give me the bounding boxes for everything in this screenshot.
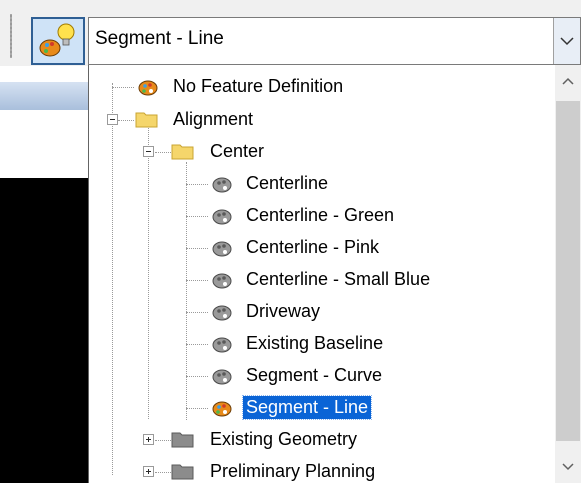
tree-item-centerline-small-blue[interactable]: Centerline - Small Blue bbox=[89, 264, 549, 296]
tree-item-segment-line[interactable]: Segment - Line bbox=[89, 392, 549, 424]
tree-item-existing-geometry[interactable]: Existing Geometry bbox=[89, 424, 549, 456]
tree-item-centerline-pink[interactable]: Centerline - Pink bbox=[89, 232, 549, 264]
folder-closed-icon bbox=[171, 464, 194, 480]
toolbar-grip[interactable] bbox=[10, 14, 12, 58]
palette-icon bbox=[212, 337, 232, 353]
feature-definition-icon bbox=[39, 23, 75, 57]
background-view bbox=[0, 66, 88, 483]
tree-item-label: Segment - Line bbox=[241, 395, 373, 420]
tree-item-centerline-green[interactable]: Centerline - Green bbox=[89, 200, 549, 232]
scroll-up-button[interactable] bbox=[555, 65, 581, 97]
folder-open-icon bbox=[135, 112, 158, 128]
tree-item-label: Segment - Curve bbox=[246, 365, 383, 385]
palette-icon bbox=[212, 305, 232, 321]
feature-definition-button[interactable] bbox=[31, 17, 85, 65]
tree-item-label: Existing Geometry bbox=[210, 429, 358, 449]
folder-closed-icon bbox=[171, 432, 194, 448]
feature-tree-dropdown[interactable]: No Feature Definition Alignment Center C… bbox=[88, 65, 581, 483]
background-canvas bbox=[0, 178, 88, 483]
tree-item-centerline[interactable]: Centerline bbox=[89, 168, 549, 200]
palette-icon bbox=[212, 401, 232, 417]
tree-item-label: No Feature Definition bbox=[173, 76, 344, 96]
tree-item-label: Center bbox=[210, 141, 265, 161]
palette-icon bbox=[212, 241, 232, 257]
tree-item-label: Centerline bbox=[246, 173, 329, 193]
tree-item-no-feature-definition[interactable]: No Feature Definition bbox=[89, 71, 549, 103]
palette-icon bbox=[212, 177, 232, 193]
dropdown-arrow-button[interactable] bbox=[553, 18, 580, 64]
vertical-scrollbar[interactable] bbox=[555, 65, 581, 483]
chevron-down-icon bbox=[560, 37, 574, 46]
tree-item-existing-baseline[interactable]: Existing Baseline bbox=[89, 328, 549, 360]
expand-icon[interactable] bbox=[143, 434, 154, 445]
palette-icon bbox=[212, 369, 232, 385]
scroll-down-button[interactable] bbox=[555, 451, 581, 483]
tree-item-label: Preliminary Planning bbox=[210, 461, 376, 481]
tree-item-label: Centerline - Small Blue bbox=[246, 269, 431, 289]
folder-open-icon bbox=[171, 144, 194, 160]
tree-item-label: Centerline - Green bbox=[246, 205, 395, 225]
background-title-bar bbox=[0, 82, 88, 110]
palette-icon bbox=[138, 80, 158, 96]
tree-item-label: Driveway bbox=[246, 301, 321, 321]
tree-item-segment-curve[interactable]: Segment - Curve bbox=[89, 360, 549, 392]
tree-item-label: Alignment bbox=[173, 109, 254, 129]
tree-item-label: Existing Baseline bbox=[246, 333, 384, 353]
tree-item-driveway[interactable]: Driveway bbox=[89, 296, 549, 328]
collapse-icon[interactable] bbox=[143, 146, 154, 157]
palette-icon bbox=[212, 209, 232, 225]
feature-definition-combobox[interactable]: Segment - Line bbox=[88, 17, 581, 65]
combobox-value: Segment - Line bbox=[95, 28, 224, 49]
scroll-thumb[interactable] bbox=[556, 101, 580, 441]
expand-icon[interactable] bbox=[143, 466, 154, 477]
tree-item-center[interactable]: Center bbox=[89, 136, 549, 168]
tree-item-label: Centerline - Pink bbox=[246, 237, 380, 257]
tree-item-preliminary-planning[interactable]: Preliminary Planning bbox=[89, 456, 549, 483]
palette-icon bbox=[212, 273, 232, 289]
tree-item-alignment[interactable]: Alignment bbox=[89, 104, 549, 136]
collapse-icon[interactable] bbox=[107, 114, 118, 125]
chevron-up-icon bbox=[562, 77, 574, 85]
chevron-down-icon bbox=[562, 463, 574, 471]
